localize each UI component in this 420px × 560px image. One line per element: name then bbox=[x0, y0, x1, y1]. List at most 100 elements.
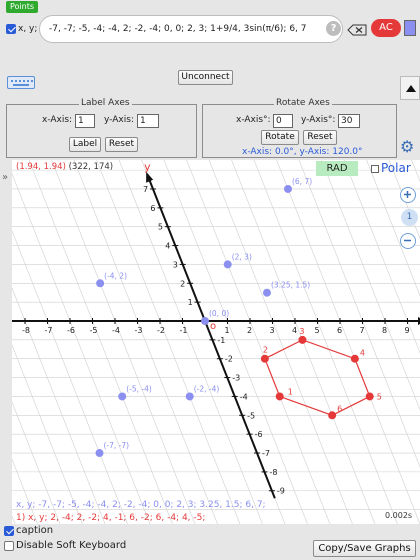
red-point-label: 5 bbox=[377, 392, 382, 401]
unconnect-button[interactable]: Unconnect bbox=[178, 70, 233, 85]
caption-checkbox[interactable] bbox=[4, 526, 14, 536]
y-tick-label: -2 bbox=[225, 355, 233, 364]
y-tick-label: -1 bbox=[217, 336, 225, 345]
label-y-axis-input[interactable]: 1 bbox=[137, 114, 159, 128]
label-axes-button[interactable]: Label bbox=[69, 137, 101, 152]
coord-math: (1.94, 1.94) bbox=[16, 162, 66, 172]
label-axes-group: Label Axes bbox=[6, 98, 197, 158]
backspace-icon[interactable] bbox=[347, 24, 367, 36]
rotate-x-axis-input[interactable]: 0 bbox=[273, 114, 293, 128]
label-x-axis-label: x-Axis: bbox=[42, 115, 73, 125]
red-point-label: 2 bbox=[263, 346, 268, 355]
x-tick-label: 5 bbox=[315, 326, 320, 335]
x-tick-label: 1 bbox=[225, 326, 230, 335]
zoom-in-icon[interactable] bbox=[400, 187, 416, 203]
y-tick-label: -9 bbox=[277, 487, 285, 496]
rotate-y-axis-input[interactable]: 30 bbox=[338, 114, 360, 128]
help-button[interactable]: ? bbox=[326, 21, 341, 36]
expr-visible-checkbox[interactable] bbox=[6, 24, 16, 34]
y-tick-label: -4 bbox=[240, 392, 248, 401]
collapse-panel-button[interactable] bbox=[400, 76, 420, 100]
y-tick-label: -3 bbox=[232, 374, 240, 383]
red-point-label: 6 bbox=[337, 404, 342, 413]
x-tick-label: 3 bbox=[270, 326, 275, 335]
red-point bbox=[298, 335, 307, 344]
label-axes-legend: Label Axes bbox=[79, 98, 132, 108]
blue-point bbox=[223, 260, 232, 269]
x-tick-label: -4 bbox=[112, 326, 120, 335]
grid-line-slanted bbox=[51, 160, 196, 524]
blue-point-label: (-5, -4) bbox=[126, 384, 152, 393]
x-tick-label: 6 bbox=[337, 326, 342, 335]
origin-marker: o bbox=[210, 321, 216, 332]
grid-line-slanted bbox=[28, 160, 173, 524]
x-tick-label: -3 bbox=[135, 326, 143, 335]
blue-point-label: (6, 7) bbox=[292, 177, 312, 186]
blue-point bbox=[185, 392, 194, 401]
grid-line-slanted bbox=[163, 160, 308, 524]
polar-checkbox[interactable] bbox=[371, 165, 379, 173]
grid-line-slanted bbox=[12, 230, 128, 524]
blue-point bbox=[96, 279, 105, 288]
x-tick-label: 9 bbox=[405, 326, 410, 335]
rotate-y-axis-label: y-Axis°: bbox=[301, 115, 336, 125]
coord-pixel: (322, 174) bbox=[68, 162, 114, 172]
y-tick-label: 6 bbox=[150, 204, 155, 213]
blue-point bbox=[118, 392, 127, 401]
blue-point-label: (0, 0) bbox=[209, 309, 229, 318]
blue-point bbox=[95, 449, 104, 458]
color-picker-swatch[interactable] bbox=[404, 20, 416, 36]
disable-soft-keyboard-label: Disable Soft Keyboard bbox=[16, 540, 127, 551]
grid-line-slanted bbox=[12, 458, 38, 524]
ac-button[interactable]: AC bbox=[371, 19, 401, 37]
blue-point-label: (-4, 2) bbox=[104, 271, 127, 280]
red-point bbox=[328, 411, 337, 420]
red-point-label: 1 bbox=[288, 387, 293, 396]
x-tick-label: 7 bbox=[360, 326, 365, 335]
label-x-axis-input[interactable]: 1 bbox=[75, 114, 95, 128]
y-tick-label: 3 bbox=[173, 260, 178, 269]
y-tick-label: -5 bbox=[247, 411, 255, 420]
y-tick-label: -7 bbox=[262, 449, 270, 458]
coordinate-readout: (1.94, 1.94) (322, 174) bbox=[16, 162, 113, 172]
x-tick-label: 4 bbox=[292, 326, 297, 335]
var-label: x, y; bbox=[18, 24, 38, 34]
graph-caption-red: 1) x, y; 2, -4; 2, -2; 4, -1; 6, -2; 6, … bbox=[16, 513, 206, 523]
blue-point-label: (-7, -7) bbox=[104, 441, 130, 450]
rad-toggle[interactable]: RAD bbox=[316, 161, 358, 176]
blue-point-label: (2, 3) bbox=[232, 252, 252, 261]
zoom-level-badge: 1 bbox=[401, 209, 418, 226]
graph-svg: xy-8-7-6-5-4-3-2-11234567897654321-1-2-3… bbox=[12, 160, 420, 524]
rotate-reset-button[interactable]: Reset bbox=[303, 130, 337, 145]
disable-soft-keyboard-checkbox[interactable] bbox=[4, 541, 14, 551]
rotate-axes-legend: Rotate Axes bbox=[274, 98, 332, 108]
x-tick-label: -6 bbox=[67, 326, 75, 335]
points-tag: Points bbox=[6, 1, 39, 13]
red-point bbox=[260, 354, 269, 363]
y-tick-label: 2 bbox=[180, 279, 185, 288]
x-tick-label: -2 bbox=[157, 326, 165, 335]
polar-label: Polar bbox=[381, 161, 411, 175]
red-point-label: 3 bbox=[299, 327, 304, 336]
app: Points x, y; -7, -7; -5, -4; -4, 2; -2, … bbox=[0, 0, 420, 560]
expression-input[interactable]: -7, -7; -5, -4; -4, 2; -2, -4; 0, 0; 2, … bbox=[39, 15, 343, 43]
rotation-status: x-Axis: 0.0°, y-Axis: 120.0° bbox=[242, 147, 363, 157]
red-point bbox=[350, 354, 359, 363]
label-axes-reset-button[interactable]: Reset bbox=[105, 137, 138, 152]
grid-line-slanted bbox=[73, 160, 218, 524]
gear-icon[interactable]: ⚙ bbox=[400, 139, 416, 155]
graph-canvas[interactable]: xy-8-7-6-5-4-3-2-11234567897654321-1-2-3… bbox=[12, 160, 420, 524]
keyboard-icon[interactable] bbox=[7, 76, 35, 89]
red-point bbox=[365, 392, 374, 401]
copy-save-graphs-button[interactable]: Copy/Save Graphs bbox=[313, 540, 416, 557]
x-tick-label: 2 bbox=[247, 326, 252, 335]
y-tick-label: -8 bbox=[269, 468, 277, 477]
rotate-button[interactable]: Rotate bbox=[261, 130, 299, 145]
red-point bbox=[275, 392, 284, 401]
grid-line-slanted bbox=[12, 287, 106, 524]
x-tick-label: -1 bbox=[180, 326, 188, 335]
red-point-label: 4 bbox=[360, 349, 365, 358]
y-tick-label: 5 bbox=[158, 223, 163, 232]
zoom-out-icon[interactable] bbox=[400, 233, 416, 249]
expand-chevron-icon[interactable]: » bbox=[2, 172, 8, 183]
